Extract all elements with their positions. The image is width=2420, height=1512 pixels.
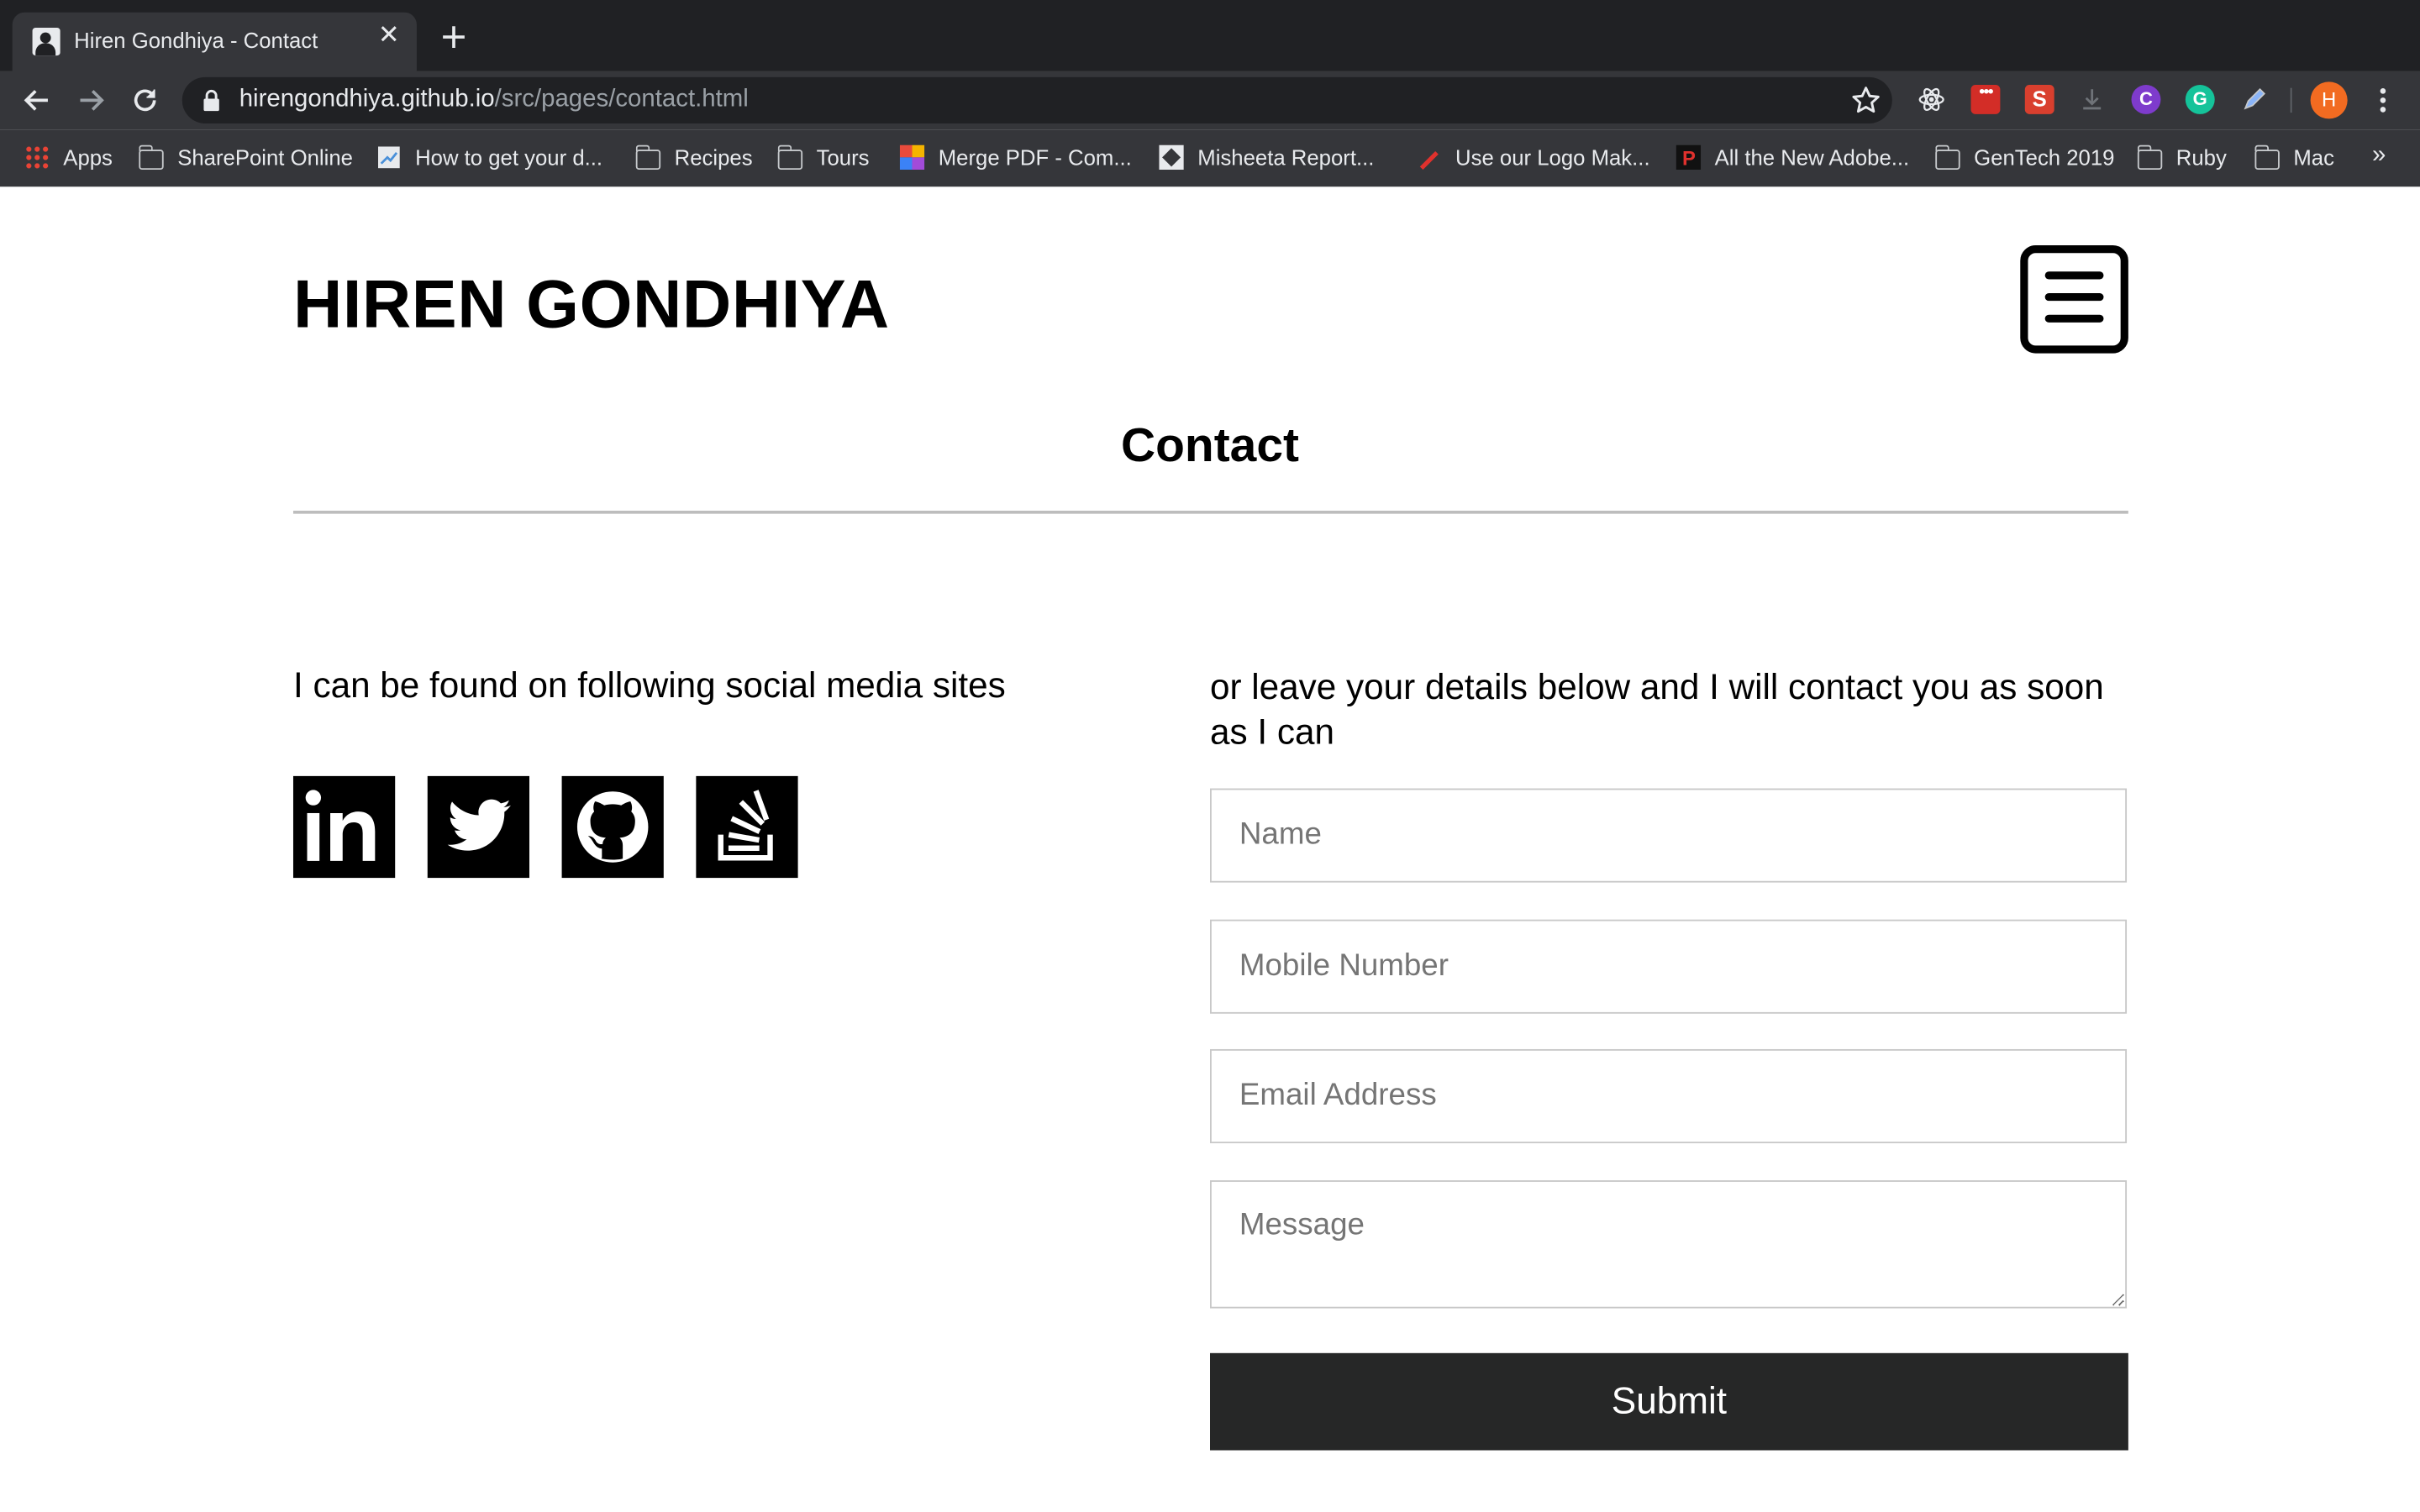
bookmark-label: Tours — [816, 144, 870, 171]
kebab-menu-icon[interactable] — [2370, 85, 2395, 116]
pen-icon[interactable] — [2239, 85, 2269, 114]
grammarly-icon[interactable]: G — [2185, 85, 2215, 114]
url-text: hirengondhiya.github.io/src/pages/contac… — [239, 87, 749, 114]
bookmark-label: GenTech 2019 — [1974, 144, 2115, 171]
bookmark-label: Apps — [63, 144, 113, 171]
folder-icon — [776, 144, 803, 170]
profile-photo-favicon-icon — [32, 28, 60, 56]
bookmark-label: Misheeta Report... — [1197, 144, 1375, 171]
bookmark-label: All the New Adobe... — [1714, 144, 1910, 171]
heading-divider — [292, 510, 2128, 514]
bookmark-ruby[interactable]: Ruby — [2136, 129, 2227, 185]
s-extension-icon[interactable]: S — [2024, 85, 2054, 114]
site-title[interactable]: HIREN GONDHIYA — [293, 267, 890, 344]
bookmark-tours[interactable]: Tours — [776, 129, 870, 185]
logo-maker-icon — [1419, 151, 1439, 171]
folder-icon — [634, 144, 661, 170]
twitter-icon[interactable] — [427, 775, 530, 879]
email-field[interactable] — [1210, 1048, 2128, 1144]
svg-text:P: P — [1682, 148, 1696, 171]
new-tab-icon[interactable] — [439, 22, 470, 53]
page-content: HIREN GONDHIYA Contact I can be found on… — [0, 186, 2420, 1512]
profile-avatar[interactable]: H — [2310, 81, 2348, 119]
bookmark-label: Use our Logo Mak... — [1455, 144, 1650, 171]
reload-icon[interactable] — [129, 85, 160, 116]
folder-icon — [1934, 144, 1960, 170]
browser-toolbar: hirengondhiya.github.io/src/pages/contac… — [0, 71, 2420, 130]
bookmark-apps[interactable]: Apps — [24, 129, 113, 185]
bookmark-logo-maker[interactable]: Use our Logo Mak... — [1417, 129, 1650, 185]
url-path: /src/pages/contact.html — [494, 86, 749, 113]
c-extension-icon[interactable]: C — [2131, 85, 2161, 114]
more-bookmarks-chevron-icon[interactable]: » — [2372, 142, 2386, 170]
bookmark-label: Merge PDF - Com... — [938, 144, 1132, 171]
address-bar[interactable]: hirengondhiya.github.io/src/pages/contac… — [182, 76, 1892, 123]
browser-tab-strip: Hiren Gondhiya - Contact ✕ — [0, 0, 2420, 71]
bookmarks-bar: Apps SharePoint Online How to get your d… — [0, 129, 2420, 189]
folder-icon — [2254, 144, 2280, 170]
submit-button[interactable]: Submit — [1210, 1352, 2128, 1451]
lastpass-icon[interactable] — [1970, 83, 2001, 114]
bookmark-star-icon[interactable] — [1850, 85, 1881, 116]
page-icon — [378, 146, 400, 169]
p-site-icon: P — [1676, 144, 1702, 171]
lock-icon — [203, 89, 219, 112]
bookmark-adobe[interactable]: P All the New Adobe... — [1676, 129, 1909, 185]
page-heading: Contact — [1121, 417, 1299, 473]
bookmark-label: How to get your d... — [415, 144, 603, 171]
folder-icon — [2136, 144, 2163, 170]
bookmark-label: Mac — [2293, 144, 2334, 171]
message-field[interactable] — [1210, 1180, 2128, 1309]
bookmark-merge-pdf[interactable]: Merge PDF - Com... — [899, 129, 1132, 185]
folder-icon — [138, 144, 164, 170]
bookmark-how-to-get-your[interactable]: How to get your d... — [376, 129, 602, 185]
bookmark-misheeta-report[interactable]: Misheeta Report... — [1159, 129, 1374, 185]
bookmark-gentech-2019[interactable]: GenTech 2019 — [1934, 129, 2115, 185]
bookmark-sharepoint-online[interactable]: SharePoint Online — [138, 129, 353, 185]
name-field[interactable] — [1210, 788, 2128, 883]
download-icon[interactable] — [2077, 85, 2107, 114]
browser-tab-active[interactable]: Hiren Gondhiya - Contact ✕ — [12, 12, 417, 71]
apps-grid-icon — [24, 144, 50, 171]
bookmark-label: Ruby — [2175, 144, 2227, 171]
bookmark-recipes[interactable]: Recipes — [634, 129, 753, 185]
forward-arrow-icon[interactable] — [76, 85, 107, 116]
linkedin-icon[interactable] — [292, 775, 396, 879]
url-host: hirengondhiya.github.io — [239, 86, 495, 113]
toolbar-divider — [2290, 87, 2292, 113]
colorful-grid-icon — [899, 144, 925, 171]
bookmark-mac[interactable]: Mac — [2254, 129, 2334, 185]
bookmark-label: SharePoint Online — [177, 144, 353, 171]
back-arrow-icon[interactable] — [22, 85, 53, 116]
close-tab-icon[interactable]: ✕ — [376, 22, 401, 48]
mobile-number-field[interactable] — [1210, 919, 2128, 1014]
github-icon[interactable] — [561, 775, 664, 879]
react-devtools-icon[interactable] — [1917, 85, 1946, 114]
social-intro-text: I can be found on following social media… — [292, 664, 1006, 706]
site-icon — [1159, 144, 1184, 171]
stackoverflow-icon[interactable] — [696, 775, 798, 879]
hamburger-menu-icon[interactable] — [2020, 245, 2128, 354]
bookmark-label: Recipes — [674, 144, 753, 171]
tab-title: Hiren Gondhiya - Contact — [74, 28, 318, 53]
form-intro-text: or leave your details below and I will c… — [1210, 666, 2104, 752]
